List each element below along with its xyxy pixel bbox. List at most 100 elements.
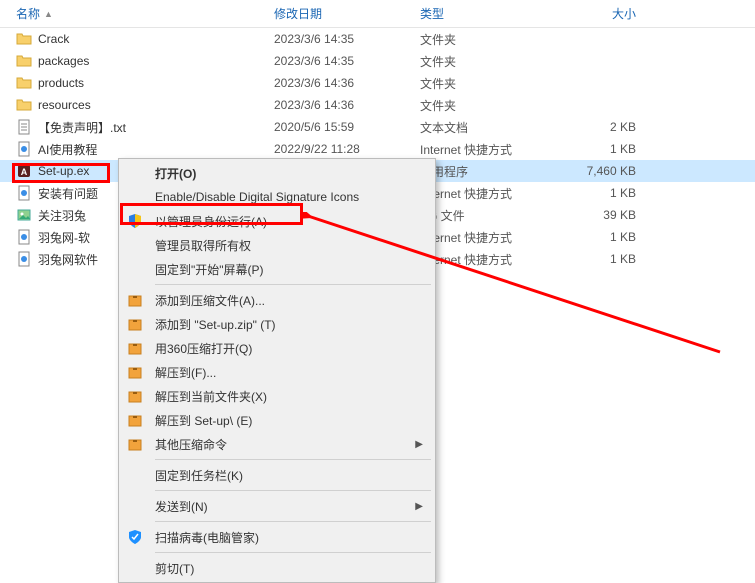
file-row[interactable]: 【免责声明】.txt2020/5/6 15:59文本文档2 KB <box>0 116 755 138</box>
menu-take-ownership[interactable]: 管理员取得所有权 <box>121 233 433 257</box>
file-type: 文件夹 <box>420 53 556 70</box>
file-size: 7,460 KB <box>556 164 656 178</box>
menu-open360-label: 用360压缩打开(Q) <box>155 340 252 357</box>
menu-open-360[interactable]: 用360压缩打开(Q) <box>121 336 433 360</box>
menu-send-to[interactable]: 发送到(N) ▶ <box>121 494 433 518</box>
file-row[interactable]: AI使用教程 2022/9/22 11:28Internet 快捷方式1 KB <box>0 138 755 160</box>
menu-run-as-admin[interactable]: 以管理员身份运行(A) <box>121 209 433 233</box>
menu-extractsetup-label: 解压到 Set-up\ (E) <box>155 412 252 429</box>
file-date: 2022/9/22 11:28 <box>274 142 420 156</box>
file-date: 2023/3/6 14:35 <box>274 32 420 46</box>
url-icon <box>16 229 32 245</box>
menu-digital-signature[interactable]: Enable/Disable Digital Signature Icons <box>121 185 433 209</box>
menu-sig-label: Enable/Disable Digital Signature Icons <box>155 190 359 204</box>
menu-extract-to[interactable]: 解压到(F)... <box>121 360 433 384</box>
file-size: 1 KB <box>556 186 656 200</box>
file-name: 羽兔网-软 <box>38 229 90 246</box>
menu-addzip-label: 添加到 "Set-up.zip" (T) <box>155 316 276 333</box>
file-type: 文件夹 <box>420 97 556 114</box>
menu-cut[interactable]: 剪切(T) <box>121 556 433 580</box>
sort-asc-icon: ▲ <box>44 9 53 19</box>
file-name: products <box>38 76 84 90</box>
file-type: Internet 快捷方式 <box>420 185 556 202</box>
file-date: 2023/3/6 14:36 <box>274 76 420 90</box>
url-icon <box>16 185 32 201</box>
menu-scan-virus[interactable]: 扫描病毒(电脑管家) <box>121 525 433 549</box>
file-name: packages <box>38 54 89 68</box>
menu-cut-label: 剪切(T) <box>155 560 194 577</box>
menu-extract-setup[interactable]: 解压到 Set-up\ (E) <box>121 408 433 432</box>
menu-takeown-label: 管理员取得所有权 <box>155 237 251 254</box>
file-type: Internet 快捷方式 <box>420 251 556 268</box>
file-name: 关注羽兔 <box>38 207 86 224</box>
archive-icon <box>127 436 143 452</box>
url-icon <box>16 251 32 267</box>
archive-icon <box>127 364 143 380</box>
shield-icon <box>127 213 143 229</box>
file-name: 安装有问题 <box>38 185 98 202</box>
file-name: Set-up.ex <box>38 164 89 178</box>
archive-icon <box>127 412 143 428</box>
folder-icon <box>16 53 32 69</box>
menu-pin-taskbar[interactable]: 固定到任务栏(K) <box>121 463 433 487</box>
menu-add-archive[interactable]: 添加到压缩文件(A)... <box>121 288 433 312</box>
file-row[interactable]: resources 2023/3/6 14:36文件夹 <box>0 94 755 116</box>
jpg-icon <box>16 207 32 223</box>
archive-icon <box>127 388 143 404</box>
file-type: 文件夹 <box>420 31 556 48</box>
file-type: Internet 快捷方式 <box>420 141 556 158</box>
file-name: resources <box>38 98 91 112</box>
menu-separator <box>155 552 431 553</box>
folder-icon <box>16 97 32 113</box>
menu-extract-here[interactable]: 解压到当前文件夹(X) <box>121 384 433 408</box>
file-size: 2 KB <box>556 120 656 134</box>
file-name: Crack <box>38 32 69 46</box>
menu-runas-label: 以管理员身份运行(A) <box>155 213 267 230</box>
menu-open-label: 打开(O) <box>155 165 196 182</box>
file-type: 文本文档 <box>420 119 556 136</box>
menu-other-zip[interactable]: 其他压缩命令 ▶ <box>121 432 433 456</box>
file-date: 2023/3/6 14:35 <box>274 54 420 68</box>
folder-icon <box>16 75 32 91</box>
menu-addarchive-label: 添加到压缩文件(A)... <box>155 292 265 309</box>
file-size: 1 KB <box>556 142 656 156</box>
exe-icon: A <box>16 163 32 179</box>
svg-text:A: A <box>21 167 28 177</box>
menu-sendto-label: 发送到(N) <box>155 498 208 515</box>
menu-extractto-label: 解压到(F)... <box>155 364 216 381</box>
menu-pinstart-label: 固定到"开始"屏幕(P) <box>155 261 264 278</box>
chevron-right-icon: ▶ <box>415 501 423 512</box>
menu-separator <box>155 490 431 491</box>
col-type[interactable]: 类型 <box>420 5 556 22</box>
col-name[interactable]: 名称 ▲ <box>16 5 274 22</box>
file-name: AI使用教程 <box>38 141 97 158</box>
menu-pin-start[interactable]: 固定到"开始"屏幕(P) <box>121 257 433 281</box>
file-size: 1 KB <box>556 230 656 244</box>
file-name: 【免责声明】.txt <box>38 119 126 136</box>
menu-extracthere-label: 解压到当前文件夹(X) <box>155 388 267 405</box>
col-date[interactable]: 修改日期 <box>274 5 420 22</box>
column-headers: 名称 ▲ 修改日期 类型 大小 <box>0 0 755 28</box>
file-type: 文件夹 <box>420 75 556 92</box>
file-row[interactable]: packages 2023/3/6 14:35文件夹 <box>0 50 755 72</box>
file-size: 39 KB <box>556 208 656 222</box>
menu-separator <box>155 284 431 285</box>
col-size[interactable]: 大小 <box>556 5 656 22</box>
file-date: 2023/3/6 14:36 <box>274 98 420 112</box>
menu-otherzip-label: 其他压缩命令 <box>155 436 227 453</box>
file-row[interactable]: Crack 2023/3/6 14:35文件夹 <box>0 28 755 50</box>
col-name-label: 名称 <box>16 5 40 22</box>
menu-open[interactable]: 打开(O) <box>121 161 433 185</box>
menu-scan-label: 扫描病毒(电脑管家) <box>155 529 259 546</box>
file-size: 1 KB <box>556 252 656 266</box>
menu-add-zip[interactable]: 添加到 "Set-up.zip" (T) <box>121 312 433 336</box>
file-row[interactable]: products 2023/3/6 14:36文件夹 <box>0 72 755 94</box>
menu-separator <box>155 459 431 460</box>
txt-icon <box>16 119 32 135</box>
file-type: PG 文件 <box>420 207 556 224</box>
shield-check-icon <box>127 529 143 545</box>
file-type: Internet 快捷方式 <box>420 229 556 246</box>
chevron-right-icon: ▶ <box>415 439 423 450</box>
archive-icon <box>127 292 143 308</box>
archive-icon <box>127 340 143 356</box>
